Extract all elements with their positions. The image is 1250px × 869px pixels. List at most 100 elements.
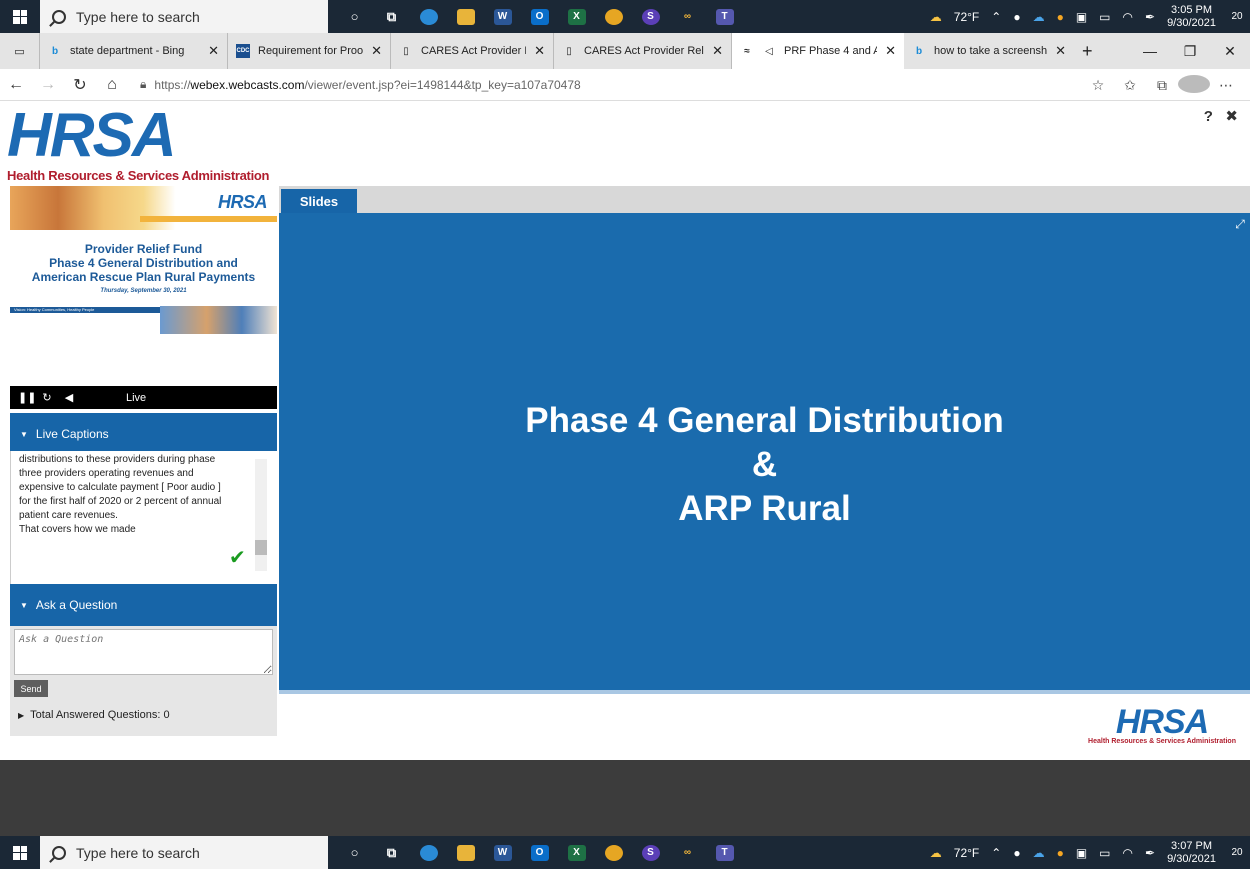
- player-controls: ❚❚ ↻ ◀ Live: [10, 386, 277, 409]
- minimize-icon[interactable]: —: [1130, 43, 1170, 59]
- chrome-icon[interactable]: [595, 836, 632, 869]
- tab-label: state department - Bing: [70, 45, 185, 57]
- restore-icon[interactable]: ❐: [1170, 43, 1210, 60]
- file-explorer-icon[interactable]: [447, 836, 484, 869]
- monitor-icon[interactable]: ▣: [1076, 846, 1087, 860]
- tab-slides[interactable]: Slides: [281, 189, 357, 213]
- excel-icon[interactable]: X: [558, 836, 595, 869]
- taskbar-search[interactable]: Type here to search: [40, 0, 328, 33]
- windows-icon: [13, 845, 27, 860]
- send-button[interactable]: Send: [14, 680, 48, 697]
- browser-tab[interactable]: ▯ CARES Act Provider Relief ✕: [391, 33, 554, 69]
- new-tab-button[interactable]: +: [1074, 33, 1104, 69]
- audio-playing-icon[interactable]: ◁: [762, 44, 776, 58]
- close-tab-icon[interactable]: ✕: [1055, 43, 1066, 59]
- pen-icon[interactable]: ✒: [1145, 846, 1155, 860]
- weather-text[interactable]: 72°F: [954, 846, 979, 860]
- refresh-icon[interactable]: ↻: [64, 75, 96, 95]
- webex-icon[interactable]: ∞: [669, 836, 706, 869]
- start-button[interactable]: [0, 0, 40, 33]
- webex-icon[interactable]: ∞: [669, 0, 706, 33]
- cortana-icon[interactable]: ○: [336, 0, 373, 33]
- cortana-icon[interactable]: ○: [336, 836, 373, 869]
- lock-icon[interactable]: 🔒︎: [140, 77, 146, 92]
- profile-avatar[interactable]: [1178, 74, 1210, 96]
- tray-user-icon[interactable]: ●: [1057, 10, 1064, 24]
- tray-app-icon[interactable]: ●: [1013, 10, 1020, 24]
- weather-text[interactable]: 72°F: [954, 10, 979, 24]
- task-view-icon[interactable]: ⧉: [373, 0, 410, 33]
- reload-icon[interactable]: ↻: [40, 391, 54, 404]
- footer-hrsa-logo: HRSA Health Resources & Services Adminis…: [1088, 705, 1236, 745]
- favorites-icon[interactable]: ✩: [1114, 77, 1146, 94]
- excel-icon[interactable]: X: [558, 0, 595, 33]
- teams-icon[interactable]: T: [706, 0, 743, 33]
- browser-tab[interactable]: b state department - Bing ✕: [40, 33, 228, 69]
- browser-tab[interactable]: b how to take a screenshot ✕: [904, 33, 1074, 69]
- word-icon[interactable]: W: [484, 836, 521, 869]
- onedrive-icon[interactable]: ☁: [1033, 846, 1045, 860]
- pause-icon[interactable]: ❚❚: [18, 391, 36, 404]
- live-captions-header[interactable]: ▼ Live Captions: [10, 413, 277, 455]
- browser-tab[interactable]: ▯ CARES Act Provider Relief ✕: [554, 33, 732, 69]
- skype-icon[interactable]: S: [632, 836, 669, 869]
- browser-tab-active[interactable]: ≈ ◁ PRF Phase 4 and ARP ✕: [732, 33, 904, 69]
- outlook-icon[interactable]: O: [521, 836, 558, 869]
- collections-icon[interactable]: ⧉: [1146, 77, 1178, 94]
- weather-icon[interactable]: ☁: [930, 846, 942, 860]
- help-icon[interactable]: ?: [1204, 108, 1213, 125]
- show-hidden-icons[interactable]: ⌃: [991, 10, 1001, 24]
- browser-tabstrip: ▭ b state department - Bing ✕ CDC Requir…: [0, 33, 1250, 69]
- close-tab-icon[interactable]: ✕: [371, 43, 382, 59]
- home-icon[interactable]: ⌂: [96, 76, 128, 94]
- task-view-icon[interactable]: ⧉: [373, 836, 410, 869]
- skype-icon[interactable]: S: [632, 0, 669, 33]
- weather-icon[interactable]: ☁: [930, 10, 942, 24]
- more-menu-icon[interactable]: ⋯: [1210, 77, 1242, 94]
- video-thumbnail[interactable]: HRSA Provider Relief Fund Phase 4 Genera…: [10, 186, 277, 386]
- close-tab-icon[interactable]: ✕: [208, 43, 219, 59]
- battery-icon[interactable]: ▭: [1099, 846, 1110, 860]
- outlook-icon[interactable]: O: [521, 0, 558, 33]
- notification-center-icon[interactable]: 20: [1224, 7, 1250, 27]
- pen-icon[interactable]: ✒: [1145, 10, 1155, 24]
- teams-icon[interactable]: T: [706, 836, 743, 869]
- forward-icon[interactable]: →: [32, 76, 64, 94]
- back-icon[interactable]: ←: [0, 76, 32, 94]
- chrome-icon[interactable]: [595, 0, 632, 33]
- clock[interactable]: 3:07 PM 9/30/2021: [1167, 840, 1216, 866]
- clock-date: 9/30/2021: [1167, 16, 1216, 29]
- add-favorite-icon[interactable]: ☆: [1082, 77, 1114, 94]
- captions-scroll-thumb[interactable]: [255, 540, 267, 555]
- taskbar-search[interactable]: Type here to search: [40, 836, 328, 869]
- close-tab-icon[interactable]: ✕: [885, 43, 896, 59]
- ask-question-header[interactable]: ▼ Ask a Question: [10, 584, 277, 626]
- close-tab-icon[interactable]: ✕: [712, 43, 723, 59]
- edge-icon[interactable]: [410, 0, 447, 33]
- close-tab-icon[interactable]: ✕: [534, 43, 545, 59]
- file-explorer-icon[interactable]: [447, 0, 484, 33]
- wifi-icon[interactable]: ◠: [1123, 846, 1133, 860]
- url-field[interactable]: 🔒︎ https://webex.webcasts.com/viewer/eve…: [140, 77, 581, 92]
- edge-icon[interactable]: [410, 836, 447, 869]
- clock[interactable]: 3:05 PM 9/30/2021: [1167, 4, 1216, 30]
- tab-actions-icon[interactable]: ▭: [0, 33, 40, 69]
- tray-user-icon[interactable]: ●: [1057, 846, 1064, 860]
- word-icon[interactable]: W: [484, 0, 521, 33]
- onedrive-icon[interactable]: ☁: [1033, 10, 1045, 24]
- battery-icon[interactable]: ▭: [1099, 10, 1110, 24]
- wifi-icon[interactable]: ◠: [1123, 10, 1133, 24]
- expand-icon[interactable]: ⤢: [1234, 217, 1246, 231]
- notification-center-icon[interactable]: 20: [1224, 843, 1250, 863]
- browser-tab[interactable]: CDC Requirement for Proof of I ✕: [228, 33, 391, 69]
- start-button[interactable]: [0, 836, 40, 869]
- checkmark-icon[interactable]: ✔: [229, 545, 246, 570]
- monitor-icon[interactable]: ▣: [1076, 10, 1087, 24]
- volume-icon[interactable]: ◀: [62, 391, 76, 404]
- show-hidden-icons[interactable]: ⌃: [991, 846, 1001, 860]
- answered-questions-toggle[interactable]: ▶ Total Answered Questions: 0: [18, 709, 170, 721]
- close-window-icon[interactable]: ✕: [1210, 43, 1250, 60]
- tray-app-icon[interactable]: ●: [1013, 846, 1020, 860]
- close-viewer-icon[interactable]: ✖: [1225, 108, 1238, 125]
- question-input[interactable]: [14, 629, 273, 675]
